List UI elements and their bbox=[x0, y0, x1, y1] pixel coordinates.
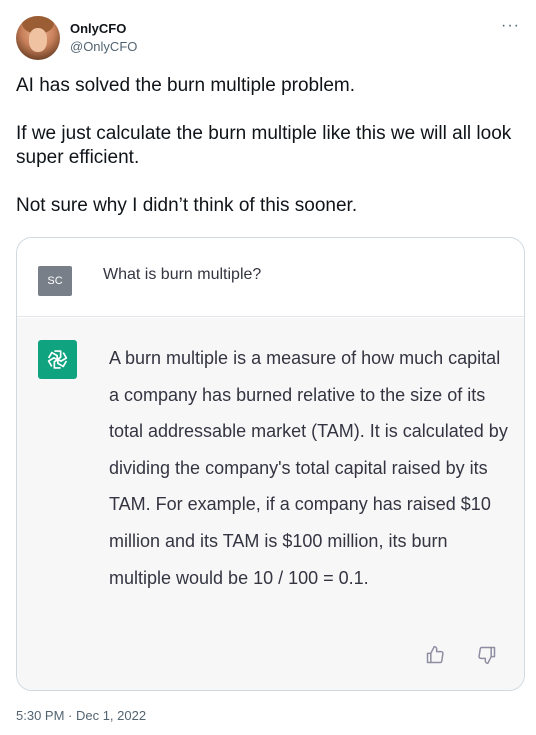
handle[interactable]: @OnlyCFO bbox=[70, 38, 137, 55]
thumbs-up-icon[interactable] bbox=[425, 645, 445, 665]
thumbs-down-icon[interactable] bbox=[477, 645, 497, 665]
tweet-header: OnlyCFO @OnlyCFO ··· bbox=[16, 16, 520, 66]
assistant-message-row: A burn multiple is a measure of how much… bbox=[17, 318, 524, 690]
tweet-paragraph-2: If we just calculate the burn multiple l… bbox=[16, 123, 512, 168]
tweet-paragraph-3: Not sure why I didn’t think of this soon… bbox=[16, 195, 358, 216]
openai-logo-icon bbox=[38, 340, 77, 379]
assistant-answer: A burn multiple is a measure of how much… bbox=[109, 348, 508, 588]
user-question: What is burn multiple? bbox=[103, 266, 262, 283]
tweet-text: AI has solved the burn multiple problem.… bbox=[16, 74, 521, 218]
more-horizontal-icon[interactable]: ··· bbox=[501, 18, 520, 34]
user-block: OnlyCFO @OnlyCFO bbox=[70, 20, 137, 55]
user-avatar: SC bbox=[38, 266, 72, 296]
user-message-row: SC What is burn multiple? bbox=[17, 238, 524, 317]
display-name[interactable]: OnlyCFO bbox=[70, 20, 137, 37]
avatar-face bbox=[29, 28, 47, 52]
tweet-paragraph-1: AI has solved the burn multiple problem. bbox=[16, 75, 356, 96]
tweet-timestamp[interactable]: 5:30 PM · Dec 1, 2022 bbox=[16, 707, 146, 725]
chat-screenshot-image[interactable]: SC What is burn multiple? A burn multipl… bbox=[16, 237, 525, 691]
avatar[interactable] bbox=[16, 16, 60, 60]
